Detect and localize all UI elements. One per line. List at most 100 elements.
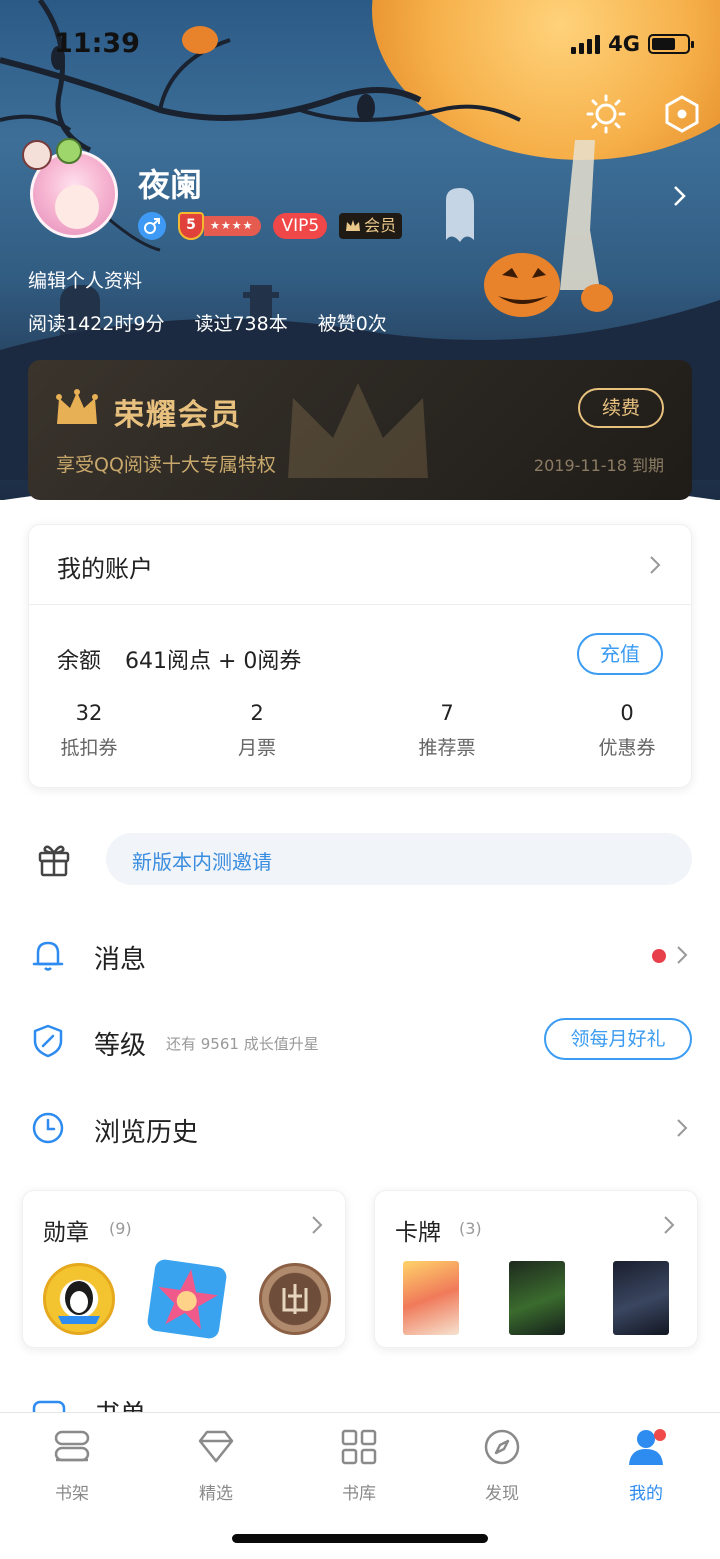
counter-value: 2	[250, 701, 264, 725]
tab-label: 书架	[55, 1484, 89, 1504]
level-number: 5	[178, 212, 204, 240]
medals-tile[interactable]: 勋章 (9)	[22, 1190, 346, 1348]
status-time: 11:39	[54, 28, 140, 59]
renew-button[interactable]: 续费	[578, 388, 664, 428]
tab-label: 书库	[342, 1484, 376, 1504]
notification-dot	[654, 1429, 666, 1441]
reading-stats: 阅读1422时9分 读过738本 被赞0次	[28, 309, 387, 336]
settings-hexagon-icon[interactable]	[662, 94, 702, 134]
chevron-right-icon	[312, 1216, 323, 1234]
grid-icon	[341, 1429, 377, 1465]
character-card-1[interactable]	[403, 1261, 459, 1335]
menu-item-booklist[interactable]: 书单	[0, 1394, 720, 1414]
status-right: 4G	[571, 32, 694, 56]
menu-label: 浏览历史	[94, 1118, 199, 1148]
menu-item-messages[interactable]: 消息	[0, 925, 720, 985]
balance-value: 641阅点 + 0阅券	[125, 649, 302, 674]
counter-label: 抵扣券	[60, 737, 118, 759]
cards-tile[interactable]: 卡牌 (3)	[374, 1190, 698, 1348]
unread-dot	[652, 949, 666, 963]
vip-badge[interactable]: VIP5	[273, 213, 328, 239]
penguin-medal-icon[interactable]	[43, 1263, 115, 1335]
character-card-3[interactable]	[613, 1261, 669, 1335]
member-badge[interactable]: 会员	[339, 213, 403, 239]
balance-label: 余额	[57, 649, 102, 674]
crown-icon	[56, 389, 98, 424]
compass-icon	[484, 1429, 520, 1465]
account-title: 我的账户	[57, 555, 153, 583]
clock-icon	[32, 1112, 64, 1144]
battery-icon	[648, 34, 694, 54]
bell-icon	[32, 941, 64, 971]
tab-label: 发现	[485, 1484, 519, 1504]
vip-membership-card[interactable]: 荣耀会员 享受QQ阅读十大专属特权 2019-11-18 到期 续费	[28, 360, 692, 500]
counter-deduction[interactable]: 32 抵扣券	[39, 701, 139, 760]
stat-books-read: 读过738本	[194, 313, 288, 335]
edit-profile-link[interactable]: 编辑个人资料	[28, 266, 142, 293]
cards-title: 卡牌	[395, 1220, 441, 1246]
stat-likes: 被赞0次	[317, 313, 387, 335]
vip-expire-date: 2019-11-18 到期	[533, 456, 664, 475]
status-bar: 11:39 4G	[0, 28, 720, 60]
menu-label: 书单	[94, 1394, 146, 1414]
monthly-gift-button[interactable]: 领每月好礼	[544, 1018, 692, 1060]
profile-chevron-icon[interactable]	[672, 184, 688, 208]
counter-value: 0	[620, 701, 634, 725]
chevron-right-icon	[664, 1216, 675, 1234]
counter-label: 优惠券	[598, 737, 656, 759]
cards-count: (3)	[459, 1219, 482, 1238]
counter-value: 7	[440, 701, 454, 725]
male-gender-icon	[138, 212, 166, 240]
crown-watermark-icon	[288, 383, 428, 478]
diamond-icon	[198, 1430, 234, 1463]
chevron-right-icon	[677, 946, 688, 964]
beta-invite-banner[interactable]: 新版本内测邀请	[106, 833, 692, 885]
tab-label: 我的	[629, 1484, 663, 1504]
member-label: 会员	[364, 216, 397, 235]
chevron-right-icon	[677, 1119, 688, 1137]
level-progress-hint: 还有 9561 成长值升星	[166, 1035, 319, 1053]
avatar-face	[55, 185, 99, 229]
home-indicator	[232, 1534, 488, 1543]
level-badge[interactable]: 5 ★★★★	[178, 212, 262, 240]
medals-count: (9)	[109, 1219, 132, 1238]
counter-recommend-ticket[interactable]: 7 推荐票	[397, 701, 497, 760]
crown-icon	[346, 220, 361, 231]
counter-value: 32	[75, 701, 103, 725]
level-stars: ★★★★	[204, 216, 262, 236]
tab-label: 精选	[199, 1484, 233, 1504]
recharge-button[interactable]: 充值	[577, 633, 663, 675]
network-label: 4G	[608, 32, 640, 56]
menu-item-history[interactable]: 浏览历史	[0, 1098, 720, 1158]
tab-featured[interactable]: 精选	[166, 1427, 266, 1504]
menu-label: 消息	[94, 945, 147, 975]
counter-label: 推荐票	[418, 737, 476, 759]
tab-library[interactable]: 书库	[309, 1427, 409, 1504]
character-card-2[interactable]	[509, 1261, 565, 1335]
gift-icon	[38, 845, 70, 877]
menu-item-level[interactable]: 等级 还有 9561 成长值升星 领每月好礼	[0, 1011, 720, 1071]
tab-bookshelf[interactable]: 书架	[22, 1427, 122, 1504]
vip-title: 荣耀会员	[114, 398, 242, 433]
beta-invite-label: 新版本内测邀请	[132, 850, 272, 874]
vip-description: 享受QQ阅读十大专属特权	[56, 454, 276, 476]
bookshelf-icon	[54, 1430, 90, 1462]
tab-discover[interactable]: 发现	[452, 1427, 552, 1504]
counter-coupon[interactable]: 0 优惠券	[577, 701, 677, 760]
skull-decoration-icon	[56, 138, 82, 164]
signal-icon	[571, 34, 601, 54]
tab-mine[interactable]: 我的	[596, 1427, 696, 1504]
counter-monthly-ticket[interactable]: 2 月票	[207, 701, 307, 760]
bronze-medal-icon[interactable]	[259, 1263, 331, 1335]
shield-icon	[33, 1024, 63, 1058]
chevron-right-icon	[650, 556, 661, 574]
stat-reading-time: 阅读1422时9分	[28, 313, 165, 335]
skull-decoration-icon	[22, 140, 52, 170]
account-header[interactable]: 我的账户	[29, 525, 691, 605]
medals-title: 勋章	[43, 1220, 89, 1246]
menu-label: 等级	[94, 1031, 147, 1061]
profile-badges: 5 ★★★★ VIP5 会员	[138, 212, 403, 240]
sun-icon[interactable]	[586, 94, 626, 134]
account-card: 我的账户 余额 641阅点 + 0阅券 充值 32 抵扣券 2 月票 7 推荐票 …	[28, 524, 692, 788]
star-medal-icon[interactable]	[146, 1258, 228, 1340]
